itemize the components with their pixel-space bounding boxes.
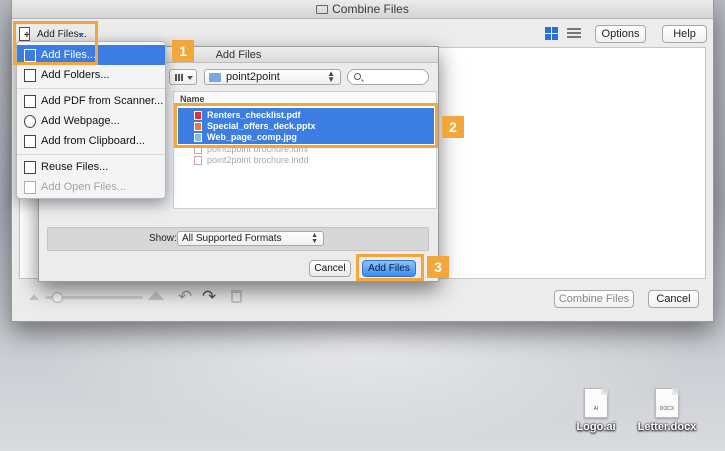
menu-item-add-pdf-from-scanner[interactable]: Add PDF from Scanner... [17, 91, 165, 111]
globe-icon [24, 115, 36, 128]
desktop-icon-label: Logo.ai [576, 421, 616, 433]
reuse-files-icon [24, 161, 36, 174]
callout-number-1: 1 [172, 40, 194, 62]
menu-item-add-webpage[interactable]: Add Webpage... [17, 111, 165, 131]
menu-separator [17, 154, 165, 155]
document-icon: AI [584, 388, 608, 418]
view-mode-button[interactable] [169, 69, 197, 85]
callout-number-2: 2 [442, 116, 464, 138]
show-label: Show: [149, 233, 177, 244]
cancel-button[interactable]: Cancel [648, 290, 699, 308]
list-view-icon[interactable] [567, 27, 581, 40]
updown-arrows-icon: ▲ ▼ [327, 69, 335, 84]
dialog-cancel-button[interactable]: Cancel [309, 260, 351, 277]
indd-file-icon [194, 156, 202, 165]
search-input[interactable] [364, 71, 426, 83]
thumbnail-small-icon [29, 294, 39, 300]
clipboard-icon [24, 135, 36, 148]
add-folder-icon [24, 69, 36, 82]
menu-item-add-open-files: Add Open Files... [17, 177, 165, 197]
menu-item-label: Add Webpage... [41, 115, 120, 127]
file-type-badge: DOCX [659, 406, 675, 412]
location-popup[interactable]: point2point ▲ ▼ [204, 69, 341, 85]
updown-arrows-icon: ▲ ▼ [311, 232, 318, 245]
scanner-icon [24, 95, 36, 108]
window-title: Combine Files [332, 2, 409, 16]
folder-icon [209, 73, 221, 82]
menu-separator [17, 88, 165, 89]
menu-item-add-folders[interactable]: Add Folders... [17, 65, 165, 85]
file-name: point2point brochure.indd [207, 155, 309, 165]
callout-number-3: 3 [427, 256, 449, 278]
menu-item-label: Add Folders... [41, 69, 110, 81]
desktop-icon-logo-ai[interactable]: AI Logo.ai [566, 388, 626, 433]
format-select-value: All Supported Formats [182, 233, 282, 244]
search-icon [354, 73, 361, 80]
menu-item-reuse-files[interactable]: Reuse Files... [17, 157, 165, 177]
thumbnail-large-icon [148, 291, 164, 300]
menu-item-label: Add PDF from Scanner... [41, 95, 164, 107]
redo-icon[interactable]: ↷ [202, 289, 216, 306]
menu-item-label: Add from Clipboard... [41, 135, 145, 147]
menu-item-add-from-clipboard[interactable]: Add from Clipboard... [17, 131, 165, 151]
format-filter-bar: Show: All Supported Formats ▲ ▼ [47, 227, 429, 251]
callout-highlight-1 [13, 21, 98, 65]
desktop-icon-letter-docx[interactable]: DOCX Letter.docx [637, 388, 697, 433]
document-icon: DOCX [655, 388, 679, 418]
combine-files-button[interactable]: Combine Files [554, 290, 634, 308]
callout-highlight-3 [356, 254, 424, 281]
callout-highlight-2 [174, 103, 438, 148]
bottom-toolbar: ↶ ↷ Combine Files Cancel [12, 286, 713, 310]
location-label: point2point [226, 71, 280, 83]
file-type-badge: AI [593, 406, 599, 412]
grid-view-icon[interactable] [545, 27, 558, 40]
help-button[interactable]: Help [662, 25, 707, 43]
options-button[interactable]: Options [595, 25, 646, 43]
window-titlebar: Combine Files [12, 0, 713, 19]
open-files-icon [24, 181, 36, 194]
menu-item-label: Add Open Files... [41, 181, 126, 193]
undo-icon[interactable]: ↶ [178, 289, 192, 306]
search-field[interactable] [347, 69, 429, 85]
chevron-down-icon [187, 76, 193, 80]
slider-knob[interactable] [52, 292, 63, 303]
file-row: point2point brochure.indd [194, 155, 434, 166]
format-select[interactable]: All Supported Formats ▲ ▼ [177, 231, 324, 246]
delete-icon[interactable] [231, 290, 242, 303]
combine-files-icon [316, 5, 329, 14]
grid-icon [175, 74, 183, 81]
menu-item-label: Reuse Files... [41, 161, 109, 173]
desktop-icon-label: Letter.docx [637, 421, 697, 433]
